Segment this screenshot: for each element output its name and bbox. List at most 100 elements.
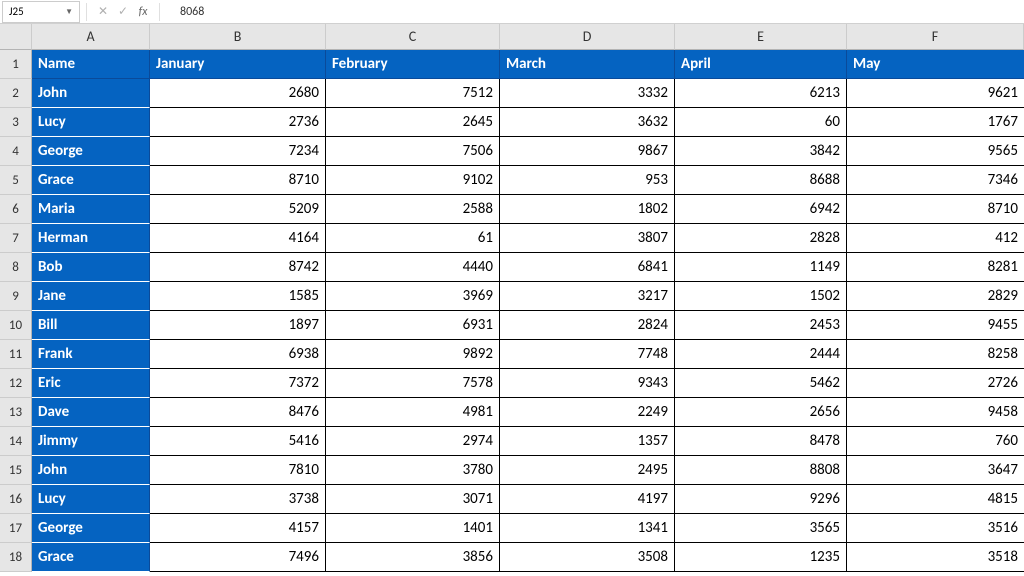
name-cell[interactable]: Dave <box>32 398 150 427</box>
data-cell[interactable]: 7810 <box>150 456 326 485</box>
row-header-18[interactable]: 18 <box>0 543 32 572</box>
data-cell[interactable]: 2824 <box>500 311 675 340</box>
header-cell-may[interactable]: May <box>847 50 1024 79</box>
data-cell[interactable]: 1235 <box>675 543 847 572</box>
data-cell[interactable]: 4157 <box>150 514 326 543</box>
data-cell[interactable]: 7506 <box>326 137 500 166</box>
data-cell[interactable]: 8478 <box>675 427 847 456</box>
row-header-17[interactable]: 17 <box>0 514 32 543</box>
row-header-4[interactable]: 4 <box>0 137 32 166</box>
data-cell[interactable]: 2829 <box>847 282 1024 311</box>
data-cell[interactable]: 9621 <box>847 79 1024 108</box>
data-cell[interactable]: 2680 <box>150 79 326 108</box>
data-cell[interactable]: 9892 <box>326 340 500 369</box>
data-cell[interactable]: 4440 <box>326 253 500 282</box>
data-cell[interactable]: 3217 <box>500 282 675 311</box>
confirm-button[interactable]: ✓ <box>113 4 133 19</box>
select-all-corner[interactable] <box>0 24 32 50</box>
data-cell[interactable]: 1802 <box>500 195 675 224</box>
data-cell[interactable]: 61 <box>326 224 500 253</box>
data-cell[interactable]: 3647 <box>847 456 1024 485</box>
name-cell[interactable]: George <box>32 514 150 543</box>
row-header-5[interactable]: 5 <box>0 166 32 195</box>
header-cell-january[interactable]: January <box>150 50 326 79</box>
data-cell[interactable]: 2444 <box>675 340 847 369</box>
data-cell[interactable]: 1149 <box>675 253 847 282</box>
data-cell[interactable]: 3508 <box>500 543 675 572</box>
name-cell[interactable]: George <box>32 137 150 166</box>
data-cell[interactable]: 6938 <box>150 340 326 369</box>
data-cell[interactable]: 5462 <box>675 369 847 398</box>
data-cell[interactable]: 2588 <box>326 195 500 224</box>
data-cell[interactable]: 3565 <box>675 514 847 543</box>
name-cell[interactable]: Bill <box>32 311 150 340</box>
data-cell[interactable]: 9455 <box>847 311 1024 340</box>
data-cell[interactable]: 1502 <box>675 282 847 311</box>
name-cell[interactable]: Grace <box>32 166 150 195</box>
data-cell[interactable]: 2453 <box>675 311 847 340</box>
data-cell[interactable]: 6213 <box>675 79 847 108</box>
name-cell[interactable]: Jane <box>32 282 150 311</box>
data-cell[interactable]: 3738 <box>150 485 326 514</box>
data-cell[interactable]: 3071 <box>326 485 500 514</box>
name-cell[interactable]: Maria <box>32 195 150 224</box>
data-cell[interactable]: 3518 <box>847 543 1024 572</box>
data-cell[interactable]: 953 <box>500 166 675 195</box>
data-cell[interactable]: 8710 <box>847 195 1024 224</box>
data-cell[interactable]: 8808 <box>675 456 847 485</box>
data-cell[interactable]: 412 <box>847 224 1024 253</box>
data-cell[interactable]: 3969 <box>326 282 500 311</box>
data-cell[interactable]: 760 <box>847 427 1024 456</box>
name-cell[interactable]: John <box>32 456 150 485</box>
data-cell[interactable]: 2249 <box>500 398 675 427</box>
data-cell[interactable]: 9102 <box>326 166 500 195</box>
data-cell[interactable]: 3516 <box>847 514 1024 543</box>
data-cell[interactable]: 3632 <box>500 108 675 137</box>
row-header-12[interactable]: 12 <box>0 369 32 398</box>
row-header-9[interactable]: 9 <box>0 282 32 311</box>
row-header-15[interactable]: 15 <box>0 456 32 485</box>
data-cell[interactable]: 60 <box>675 108 847 137</box>
data-cell[interactable]: 5209 <box>150 195 326 224</box>
formula-value[interactable]: 8068 <box>166 5 204 19</box>
data-cell[interactable]: 1357 <box>500 427 675 456</box>
data-cell[interactable]: 7512 <box>326 79 500 108</box>
data-cell[interactable]: 7578 <box>326 369 500 398</box>
data-cell[interactable]: 2736 <box>150 108 326 137</box>
data-cell[interactable]: 9458 <box>847 398 1024 427</box>
row-header-11[interactable]: 11 <box>0 340 32 369</box>
data-cell[interactable]: 8281 <box>847 253 1024 282</box>
header-cell-name[interactable]: Name <box>32 50 150 79</box>
data-cell[interactable]: 9343 <box>500 369 675 398</box>
data-cell[interactable]: 2645 <box>326 108 500 137</box>
row-header-7[interactable]: 7 <box>0 224 32 253</box>
data-cell[interactable]: 7234 <box>150 137 326 166</box>
name-cell[interactable]: Herman <box>32 224 150 253</box>
data-cell[interactable]: 9565 <box>847 137 1024 166</box>
data-cell[interactable]: 6931 <box>326 311 500 340</box>
row-header-16[interactable]: 16 <box>0 485 32 514</box>
data-cell[interactable]: 2495 <box>500 456 675 485</box>
column-header-e[interactable]: E <box>675 24 847 50</box>
row-header-13[interactable]: 13 <box>0 398 32 427</box>
data-cell[interactable]: 4815 <box>847 485 1024 514</box>
data-cell[interactable]: 5416 <box>150 427 326 456</box>
data-cell[interactable]: 1767 <box>847 108 1024 137</box>
column-header-f[interactable]: F <box>847 24 1024 50</box>
row-header-8[interactable]: 8 <box>0 253 32 282</box>
data-cell[interactable]: 7748 <box>500 340 675 369</box>
column-header-b[interactable]: B <box>150 24 326 50</box>
name-cell[interactable]: Jimmy <box>32 427 150 456</box>
data-cell[interactable]: 8476 <box>150 398 326 427</box>
data-cell[interactable]: 8742 <box>150 253 326 282</box>
data-cell[interactable]: 2726 <box>847 369 1024 398</box>
data-cell[interactable]: 3807 <box>500 224 675 253</box>
data-cell[interactable]: 2828 <box>675 224 847 253</box>
fx-button[interactable]: fx <box>133 5 153 19</box>
data-cell[interactable]: 3856 <box>326 543 500 572</box>
row-header-10[interactable]: 10 <box>0 311 32 340</box>
data-cell[interactable]: 7372 <box>150 369 326 398</box>
row-header-2[interactable]: 2 <box>0 79 32 108</box>
name-cell[interactable]: Eric <box>32 369 150 398</box>
data-cell[interactable]: 8688 <box>675 166 847 195</box>
